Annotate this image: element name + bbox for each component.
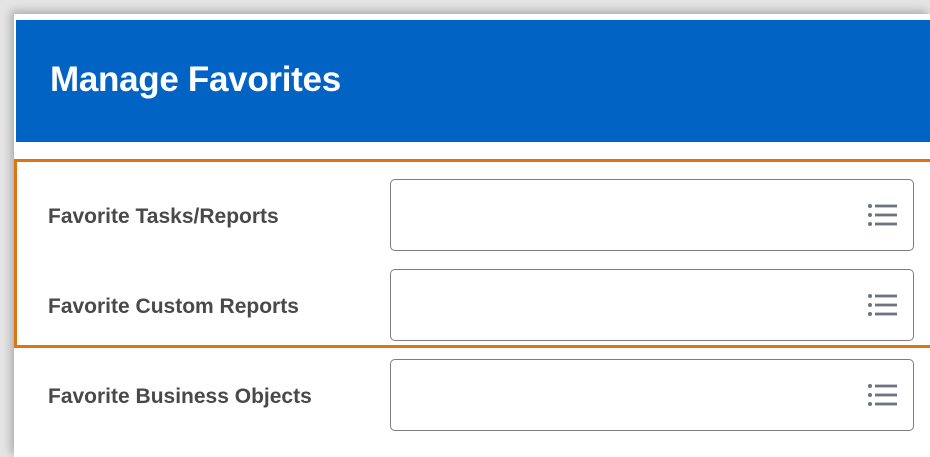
page-header: Manage Favorites	[16, 20, 930, 142]
favorite-tasks-reports-prompt-field[interactable]	[390, 179, 914, 251]
prompt-list-icon[interactable]	[867, 203, 899, 227]
field-label-favorite-tasks-reports: Favorite Tasks/Reports	[48, 205, 279, 228]
field-row-favorite-business-objects: Favorite Business Objects	[14, 359, 930, 435]
favorite-business-objects-prompt-field[interactable]	[390, 359, 914, 431]
prompt-list-icon[interactable]	[867, 293, 899, 317]
field-label-favorite-business-objects: Favorite Business Objects	[48, 385, 312, 408]
manage-favorites-panel: Manage Favorites Favorite Tasks/Reports …	[14, 14, 930, 457]
page-title: Manage Favorites	[50, 60, 341, 99]
field-row-favorite-custom-reports: Favorite Custom Reports	[14, 269, 930, 345]
prompt-list-icon[interactable]	[867, 383, 899, 407]
favorite-custom-reports-prompt-field[interactable]	[390, 269, 914, 341]
field-label-favorite-custom-reports: Favorite Custom Reports	[48, 295, 299, 318]
field-row-favorite-tasks-reports: Favorite Tasks/Reports	[14, 179, 930, 255]
screenshot-frame: Manage Favorites Favorite Tasks/Reports …	[0, 0, 930, 457]
